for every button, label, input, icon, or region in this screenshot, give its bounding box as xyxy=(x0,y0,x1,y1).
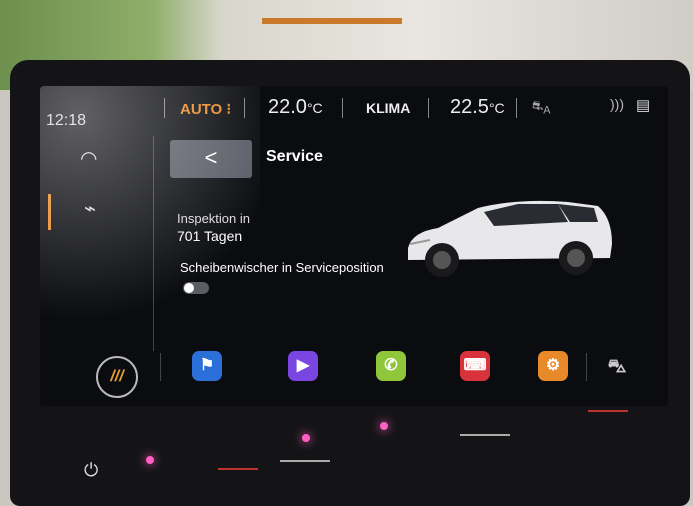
separator xyxy=(244,98,245,118)
nav-flag-icon[interactable]: ⚑ xyxy=(192,351,222,381)
wiper-service-label: Scheibenwischer in Serviceposition xyxy=(180,260,384,275)
heat-indicator-left xyxy=(218,468,258,470)
separator xyxy=(428,98,429,118)
keyboard-icon[interactable]: ⌨ xyxy=(460,351,490,381)
inspection-label: Inspektion in xyxy=(177,211,250,226)
temp-left[interactable]: 22.0°C xyxy=(268,96,323,119)
wireless-icon[interactable]: ))) xyxy=(610,96,624,112)
recirc-label: A xyxy=(543,104,551,117)
temp-right-value: 22.5 xyxy=(450,96,489,118)
infotainment-screen: 12:18 AUTO ⁝ 22.0°C KLIMA 22.5°C ⛐A ))) … xyxy=(40,86,668,406)
indicator-light xyxy=(302,434,310,442)
power-icon[interactable]: ⏻ xyxy=(84,460,98,481)
auto-label: AUTO xyxy=(180,101,223,118)
play-icon[interactable]: ▶ xyxy=(288,351,318,381)
car-service-icon[interactable]: ⚙ xyxy=(538,351,568,381)
heat-indicator-right xyxy=(588,410,628,412)
temp-left-value: 22.0 xyxy=(268,96,307,118)
separator xyxy=(342,98,343,118)
car-illustration xyxy=(408,200,612,277)
car-outline-icon[interactable]: ⛍ xyxy=(602,351,632,381)
page-title: Service xyxy=(266,148,323,165)
document-icon[interactable]: ▤ xyxy=(636,96,650,114)
menu-button[interactable]: /// xyxy=(96,356,138,398)
speedometer-icon[interactable]: ◠ xyxy=(80,146,97,171)
phone-icon[interactable]: ✆ xyxy=(376,351,406,381)
temp-left-unit: °C xyxy=(306,100,323,116)
car-recirc-icon[interactable]: ⛐A xyxy=(532,98,550,117)
status-bar: 12:18 AUTO ⁝ 22.0°C KLIMA 22.5°C ⛐A ))) … xyxy=(40,86,668,129)
auto-mode-button[interactable]: AUTO ⁝ xyxy=(180,100,231,118)
back-button[interactable]: < xyxy=(170,140,252,178)
dock-separator xyxy=(586,353,587,381)
dock-separator xyxy=(160,353,161,381)
temp-slider-left[interactable] xyxy=(280,460,330,462)
indicator-light xyxy=(380,422,388,430)
sidebar-divider xyxy=(153,136,154,351)
separator xyxy=(164,98,165,118)
separator xyxy=(516,98,517,118)
temp-right[interactable]: 22.5°C xyxy=(450,96,505,119)
inspection-value: 701 Tagen xyxy=(177,228,243,244)
active-indicator xyxy=(48,194,51,230)
heartbeat-icon[interactable]: ⌁ xyxy=(84,196,96,221)
indicator-light xyxy=(146,456,154,464)
temp-right-unit: °C xyxy=(488,100,505,116)
climate-controls: ⏻ xyxy=(40,410,660,481)
sidebar: ◠ ⌁ xyxy=(40,128,155,406)
wiper-service-toggle[interactable] xyxy=(183,282,209,294)
app-dock: ⚑ ▶ ✆ ⌨ ⚙ ⛍ xyxy=(160,341,668,401)
temp-slider-right[interactable] xyxy=(460,434,510,436)
klima-button[interactable]: KLIMA xyxy=(366,100,410,116)
